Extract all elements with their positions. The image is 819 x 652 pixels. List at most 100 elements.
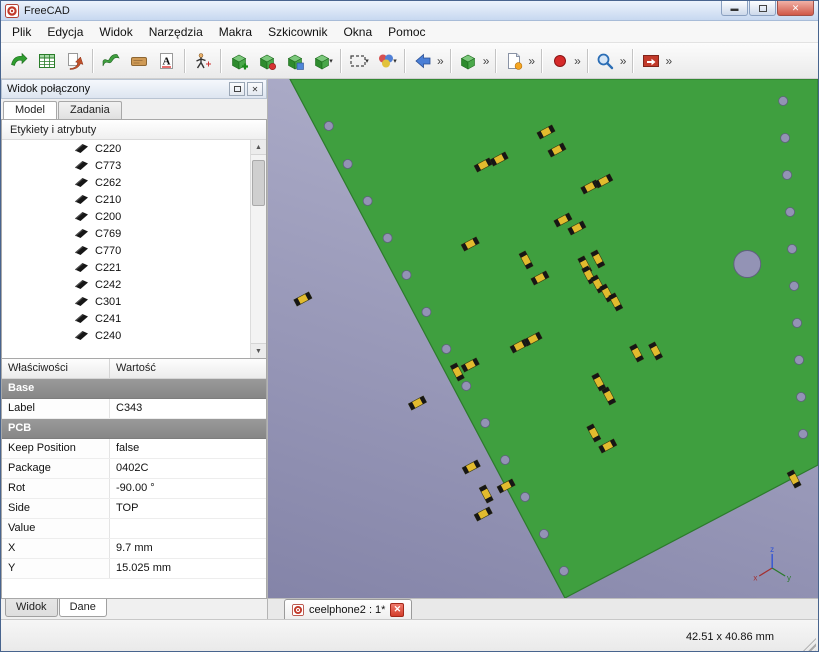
maximize-button[interactable] [749,1,776,16]
document-tab[interactable]: ceelphone2 : 1* ✕ [284,599,413,619]
property-value[interactable]: C343 [110,399,266,418]
menu-item-narzędzia[interactable]: Narzędzia [141,22,211,42]
pcb-3d-view[interactable]: x y z [268,79,818,598]
property-value[interactable]: 15.025 mm [110,559,266,578]
menu-item-pomoc[interactable]: Pomoc [380,22,433,42]
manikin-icon [195,52,211,68]
pcb-board[interactable] [289,79,818,598]
menu-item-makra[interactable]: Makra [211,22,260,42]
property-row-package[interactable]: Package 0402C [2,459,266,479]
property-value[interactable]: 0402C [110,459,266,478]
scroll-up-icon[interactable]: ▲ [251,140,266,155]
property-value[interactable] [110,519,266,538]
toolbar-export-button[interactable] [61,47,88,75]
3d-viewport[interactable]: x y z [268,79,818,598]
pcb-hole [362,196,373,206]
toolbar-new-doc-button[interactable] [500,47,527,75]
pcb-component[interactable] [473,506,493,522]
menu-item-okna[interactable]: Okna [335,22,380,42]
tree-item-c220[interactable]: C220 [2,140,250,157]
toolbar-cube-add-button[interactable] [225,47,252,75]
pcb-component[interactable] [461,459,481,475]
dock-close-button[interactable]: ✕ [247,82,263,96]
tree-item-c221[interactable]: C221 [2,259,250,276]
property-row-rot[interactable]: Rot -90.00 ° [2,479,266,499]
scroll-down-icon[interactable]: ▼ [251,343,266,358]
tree-scrollbar[interactable]: ▲ ▼ [250,140,266,358]
toolbar-overflow-chevron[interactable]: » [620,54,627,68]
toolbar-pcb-button[interactable] [637,47,664,75]
toolbar-zoom-button[interactable] [592,47,619,75]
tree-item-c770[interactable]: C770 [2,242,250,259]
pcb-hole [401,270,412,280]
tree-item-c262[interactable]: C262 [2,174,250,191]
property-value[interactable]: -90.00 ° [110,479,266,498]
property-row-keep-position[interactable]: Keep Position false [2,439,266,459]
document-close-icon[interactable]: ✕ [390,602,405,617]
property-value[interactable]: false [110,439,266,458]
dock-float-button[interactable] [229,82,245,96]
scrollbar-thumb[interactable] [252,160,265,206]
toolbar-record-button[interactable] [546,47,573,75]
menu-item-edycja[interactable]: Edycja [39,22,91,42]
property-row-x[interactable]: X 9.7 mm [2,539,266,559]
property-row-y[interactable]: Y 15.025 mm [2,559,266,579]
property-tab-dane[interactable]: Dane [58,599,107,617]
toolbar-overflow-chevron[interactable]: » [437,54,444,68]
menu-item-szkicownik[interactable]: Szkicownik [260,22,335,42]
dock-tab-model[interactable]: Model [3,101,57,119]
tree-item-c769[interactable]: C769 [2,225,250,242]
toolbar-overflow-chevron[interactable]: » [528,54,535,68]
property-row-label[interactable]: Label C343 [2,399,266,419]
tree-item-c210[interactable]: C210 [2,191,250,208]
dock-tab-zadania[interactable]: Zadania [57,101,122,119]
toolbar-appearance-button[interactable]: ▾ [373,47,400,75]
toolbar-surface-button[interactable] [97,47,124,75]
dropdown-arrow-icon[interactable]: ▾ [365,57,369,65]
pcb-component[interactable] [293,291,313,307]
dropdown-arrow-icon[interactable]: ▾ [329,57,333,65]
tree-item-c301[interactable]: C301 [2,293,250,310]
close-button[interactable]: ✕ [777,1,814,16]
property-value[interactable]: TOP [110,499,266,518]
menu-item-widok[interactable]: Widok [91,22,140,42]
dimensions-readout: 42.51 x 40.86 mm [685,630,774,643]
tree-item-c242[interactable]: C242 [2,276,250,293]
toolbar-cube-button[interactable]: ▾ [309,47,336,75]
tree-item-c241[interactable]: C241 [2,310,250,327]
resize-grip[interactable] [803,638,816,651]
toolbar-overflow-chevron[interactable]: » [574,54,581,68]
dropdown-arrow-icon[interactable]: ▾ [393,57,397,65]
property-name: X [2,539,110,558]
property-row-side[interactable]: Side TOP [2,499,266,519]
toolbar-wood-button[interactable] [125,47,152,75]
toolbar-cube-axo-button[interactable] [455,47,482,75]
toolbar-overflow-chevron[interactable]: » [665,54,672,68]
property-row-value[interactable]: Value [2,519,266,539]
toolbar-nav-back-button[interactable] [409,47,436,75]
property-tab-widok[interactable]: Widok [5,599,58,617]
export-icon [67,52,83,70]
menu-item-plik[interactable]: Plik [4,22,39,42]
tree-item-c773[interactable]: C773 [2,157,250,174]
toolbar-cube-dot-button[interactable] [253,47,280,75]
toolbar-manikin-button[interactable] [189,47,216,75]
minimize-button[interactable]: ▬ [721,1,748,16]
toolbar-selection-button[interactable]: ▾ [345,47,372,75]
toolbar-overflow-chevron[interactable]: » [483,54,490,68]
toolbar-annotation-button[interactable]: A [153,47,180,75]
combined-view-panel: Widok połączony ✕ Model Zadania Etykiety … [1,79,268,619]
tree-item-c200[interactable]: C200 [2,208,250,225]
tree-item-c240[interactable]: C240 [2,327,250,344]
pcb-hole [787,244,797,254]
properties-panel: Właściwości Wartość Base Label C343 PCB Keep… [1,359,267,599]
toolbar-cube-copy-button[interactable] [281,47,308,75]
pcb-component[interactable] [478,484,494,504]
toolbar-open-arrow-button[interactable] [5,47,32,75]
pcb-component[interactable] [407,395,427,411]
property-value[interactable]: 9.7 mm [110,539,266,558]
toolbar-spreadsheet-button[interactable] [33,47,60,75]
cube-dot-icon [259,54,276,70]
cube-copy-icon [287,54,304,70]
component-chip-icon [75,144,88,153]
